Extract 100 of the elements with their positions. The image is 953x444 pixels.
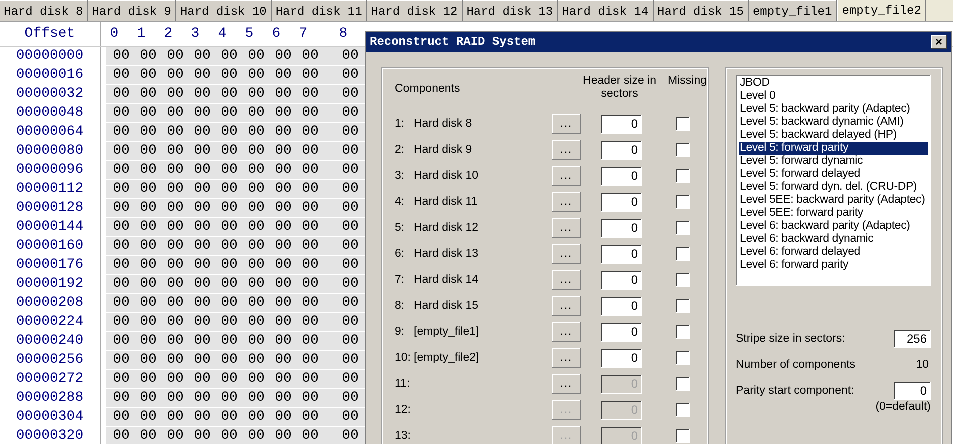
file-tab[interactable]: Hard disk 15 [654,0,749,21]
header-size-field[interactable]: 0 [601,348,642,368]
component-number: 3: [395,170,406,182]
parity-start-label: Parity start component: [736,385,854,397]
header-size-field[interactable]: 0 [601,244,642,264]
missing-checkbox[interactable] [676,143,690,157]
browse-button[interactable]: ... [552,270,581,290]
hex-byte: 00 [193,408,212,426]
raid-level-item[interactable]: Level 0 [739,90,928,103]
header-size-field[interactable]: 0 [601,140,642,160]
offset-cell: 00000320 [0,427,101,444]
hex-byte: 00 [274,199,293,217]
file-tab[interactable]: Hard disk 12 [367,0,463,21]
header-size-field[interactable]: 0 [601,218,642,238]
browse-button[interactable]: ... [552,244,581,264]
hex-byte: 00 [274,66,293,84]
hex-byte: 00 [274,180,293,198]
hex-byte: 00 [301,427,320,444]
missing-checkbox[interactable] [676,325,690,339]
hex-byte: 00 [166,180,185,198]
file-tab[interactable]: Hard disk 13 [462,0,558,21]
raid-level-item[interactable]: Level 6: forward parity [739,259,928,272]
browse-button[interactable]: ... [552,218,581,238]
missing-checkbox[interactable] [676,221,690,235]
raid-level-item[interactable]: Level 5: backward dynamic (AMI) [739,116,928,129]
missing-checkbox[interactable] [676,247,690,261]
file-tab[interactable]: empty_file1 [748,0,838,21]
hex-byte: 00 [247,161,266,179]
raid-level-item[interactable]: Level 5: forward dyn. del. (CRU-DP) [739,181,928,194]
hex-byte: 00 [274,294,293,312]
offset-cell: 00000272 [0,370,101,389]
header-size-field[interactable]: 0 [601,322,642,342]
raid-level-item[interactable]: Level 5: forward dynamic [739,155,928,168]
hex-byte: 00 [301,123,320,141]
browse-button[interactable]: ... [552,166,581,186]
raid-level-item[interactable]: Level 5: backward parity (Adaptec) [739,103,928,116]
file-tab[interactable]: Hard disk 14 [558,0,654,21]
missing-checkbox[interactable] [676,195,690,209]
raid-level-item[interactable]: Level 5EE: forward parity [739,207,928,220]
hex-byte: 00 [166,237,185,255]
file-tab[interactable]: Hard disk 9 [88,0,176,21]
raid-level-item[interactable]: Level 5: backward delayed (HP) [739,129,928,142]
hex-byte: 00 [112,237,131,255]
hex-byte: 00 [341,218,360,236]
dialog-title: Reconstruct RAID System [370,35,536,49]
offset-cell: 00000176 [0,256,101,275]
browse-button[interactable]: ... [552,114,581,134]
stripe-size-field[interactable]: 256 [894,330,931,348]
header-size-field[interactable]: 0 [601,296,642,316]
close-button[interactable]: × [931,35,947,49]
missing-checkbox[interactable] [676,169,690,183]
hex-byte: 00 [274,313,293,331]
hex-byte: 00 [193,275,212,293]
component-number: 4: [395,196,406,208]
raid-level-item[interactable]: JBOD [739,77,928,90]
hex-byte: 00 [112,256,131,274]
hex-byte: 00 [139,389,158,407]
missing-checkbox[interactable] [676,117,690,131]
raid-level-item[interactable]: Level 6: backward dynamic [739,233,928,246]
header-size-field[interactable]: 0 [601,192,642,212]
file-tab[interactable]: Hard disk 10 [176,0,272,21]
hex-byte: 00 [301,332,320,350]
browse-button[interactable]: ... [552,192,581,212]
hex-byte: 00 [139,104,158,122]
hex-byte: 00 [166,313,185,331]
column-header: 0 [109,26,120,42]
hex-byte: 00 [112,180,131,198]
missing-checkbox[interactable] [676,351,690,365]
parity-start-field[interactable]: 0 [894,382,931,400]
hex-byte: 00 [139,313,158,331]
browse-button[interactable]: ... [552,140,581,160]
raid-level-item[interactable]: Level 5: forward parity [739,142,928,155]
hex-byte: 00 [112,351,131,369]
raid-level-item[interactable]: Level 6: backward parity (Adaptec) [739,220,928,233]
file-tab[interactable]: empty_file2 [837,0,926,21]
hex-byte: 00 [301,66,320,84]
file-tab[interactable]: Hard disk 11 [272,0,368,21]
hex-byte: 00 [341,256,360,274]
component-name: Hard disk 11 [414,196,478,208]
hex-byte: 00 [220,161,239,179]
raid-level-item[interactable]: Level 5EE: backward parity (Adaptec) [739,194,928,207]
browse-button[interactable]: ... [552,322,581,342]
missing-checkbox[interactable] [676,273,690,287]
hex-byte: 00 [166,408,185,426]
header-size-field[interactable]: 0 [601,114,642,134]
hex-byte: 00 [139,427,158,444]
hex-byte: 00 [112,294,131,312]
raid-level-item[interactable]: Level 6: forward delayed [739,246,928,259]
component-number: 13: [395,430,412,442]
hex-byte: 00 [112,104,131,122]
hex-byte: 00 [220,313,239,331]
missing-checkbox[interactable] [676,299,690,313]
file-tab[interactable]: Hard disk 8 [0,0,88,21]
hex-byte: 00 [247,370,266,388]
header-size-field[interactable]: 0 [601,166,642,186]
browse-button[interactable]: ... [552,348,581,368]
hex-byte: 00 [274,104,293,122]
header-size-field[interactable]: 0 [601,270,642,290]
browse-button[interactable]: ... [552,296,581,316]
raid-level-item[interactable]: Level 5: forward delayed [739,168,928,181]
